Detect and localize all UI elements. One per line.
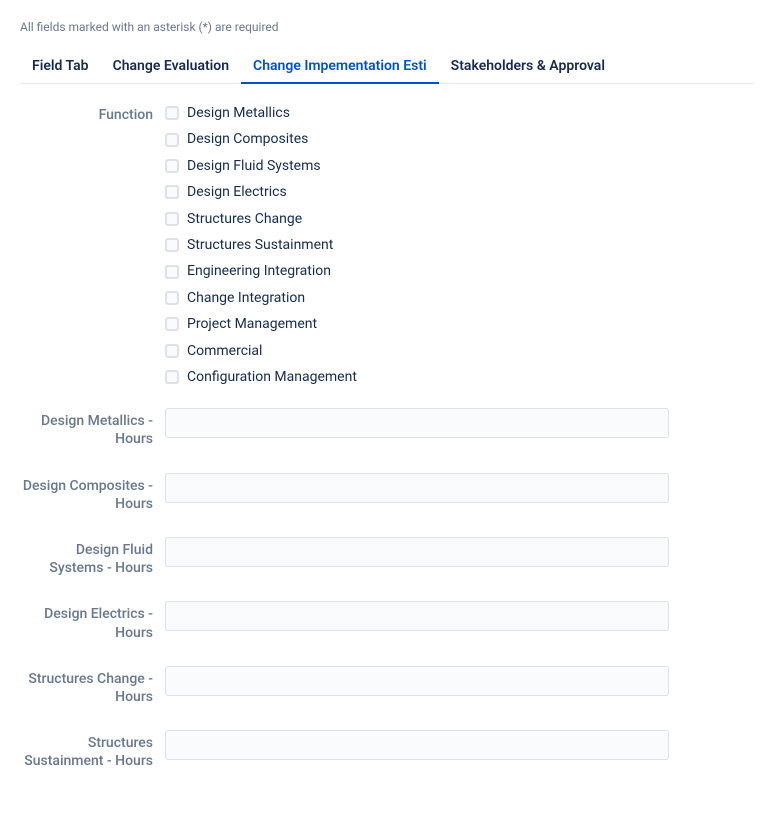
tab-stakeholders-approval[interactable]: Stakeholders & Approval	[439, 50, 617, 83]
function-option: Configuration Management	[165, 366, 754, 388]
checkbox-structures-change[interactable]	[165, 212, 179, 226]
design-fluid-systems-hours-label: Design Fluid Systems - Hours	[20, 537, 165, 577]
design-electrics-hours-input[interactable]	[165, 601, 669, 631]
function-option: Design Metallics	[165, 102, 754, 124]
checkbox-design-electrics[interactable]	[165, 185, 179, 199]
structures-change-hours-input[interactable]	[165, 666, 669, 696]
checkbox-design-fluid-systems[interactable]	[165, 159, 179, 173]
checkbox-configuration-management[interactable]	[165, 370, 179, 384]
function-option: Structures Change	[165, 208, 754, 230]
function-option: Structures Sustainment	[165, 234, 754, 256]
design-metallics-hours-label: Design Metallics - Hours	[20, 408, 165, 448]
function-option: Project Management	[165, 313, 754, 335]
checkbox-label: Design Composites	[187, 128, 308, 150]
checkbox-design-metallics[interactable]	[165, 106, 179, 120]
checkbox-label: Design Fluid Systems	[187, 155, 321, 177]
checkbox-label: Commercial	[187, 340, 262, 362]
function-option: Design Fluid Systems	[165, 155, 754, 177]
checkbox-label: Engineering Integration	[187, 260, 331, 282]
design-fluid-systems-hours-input[interactable]	[165, 537, 669, 567]
structures-sustainment-hours-input[interactable]	[165, 730, 669, 760]
function-option: Design Composites	[165, 128, 754, 150]
checkbox-design-composites[interactable]	[165, 133, 179, 147]
tab-change-implementation-esti[interactable]: Change Impementation Esti	[241, 50, 439, 84]
checkbox-label: Structures Change	[187, 208, 302, 230]
checkbox-structures-sustainment[interactable]	[165, 238, 179, 252]
structures-sustainment-hours-label: Structures Sustainment - Hours	[20, 730, 165, 770]
design-metallics-hours-input[interactable]	[165, 408, 669, 438]
checkbox-label: Design Electrics	[187, 181, 287, 203]
checkbox-engineering-integration[interactable]	[165, 265, 179, 279]
function-option: Design Electrics	[165, 181, 754, 203]
function-option: Commercial	[165, 340, 754, 362]
checkbox-label: Structures Sustainment	[187, 234, 333, 256]
design-electrics-hours-label: Design Electrics - Hours	[20, 601, 165, 641]
design-composites-hours-label: Design Composites - Hours	[20, 473, 165, 513]
structures-change-hours-label: Structures Change - Hours	[20, 666, 165, 706]
function-option: Engineering Integration	[165, 260, 754, 282]
design-composites-hours-input[interactable]	[165, 473, 669, 503]
tab-bar: Field Tab Change Evaluation Change Impem…	[20, 50, 754, 84]
checkbox-project-management[interactable]	[165, 317, 179, 331]
checkbox-label: Project Management	[187, 313, 317, 335]
checkbox-change-integration[interactable]	[165, 291, 179, 305]
function-label: Function	[20, 102, 165, 124]
checkbox-label: Configuration Management	[187, 366, 357, 388]
tab-change-evaluation[interactable]: Change Evaluation	[101, 50, 241, 83]
checkbox-label: Change Integration	[187, 287, 305, 309]
checkbox-label: Design Metallics	[187, 102, 290, 124]
function-checkbox-list: Design Metallics Design Composites Desig…	[165, 102, 754, 388]
tab-field-tab[interactable]: Field Tab	[20, 50, 101, 83]
function-option: Change Integration	[165, 287, 754, 309]
required-fields-note: All fields marked with an asterisk (*) a…	[20, 20, 754, 34]
checkbox-commercial[interactable]	[165, 344, 179, 358]
